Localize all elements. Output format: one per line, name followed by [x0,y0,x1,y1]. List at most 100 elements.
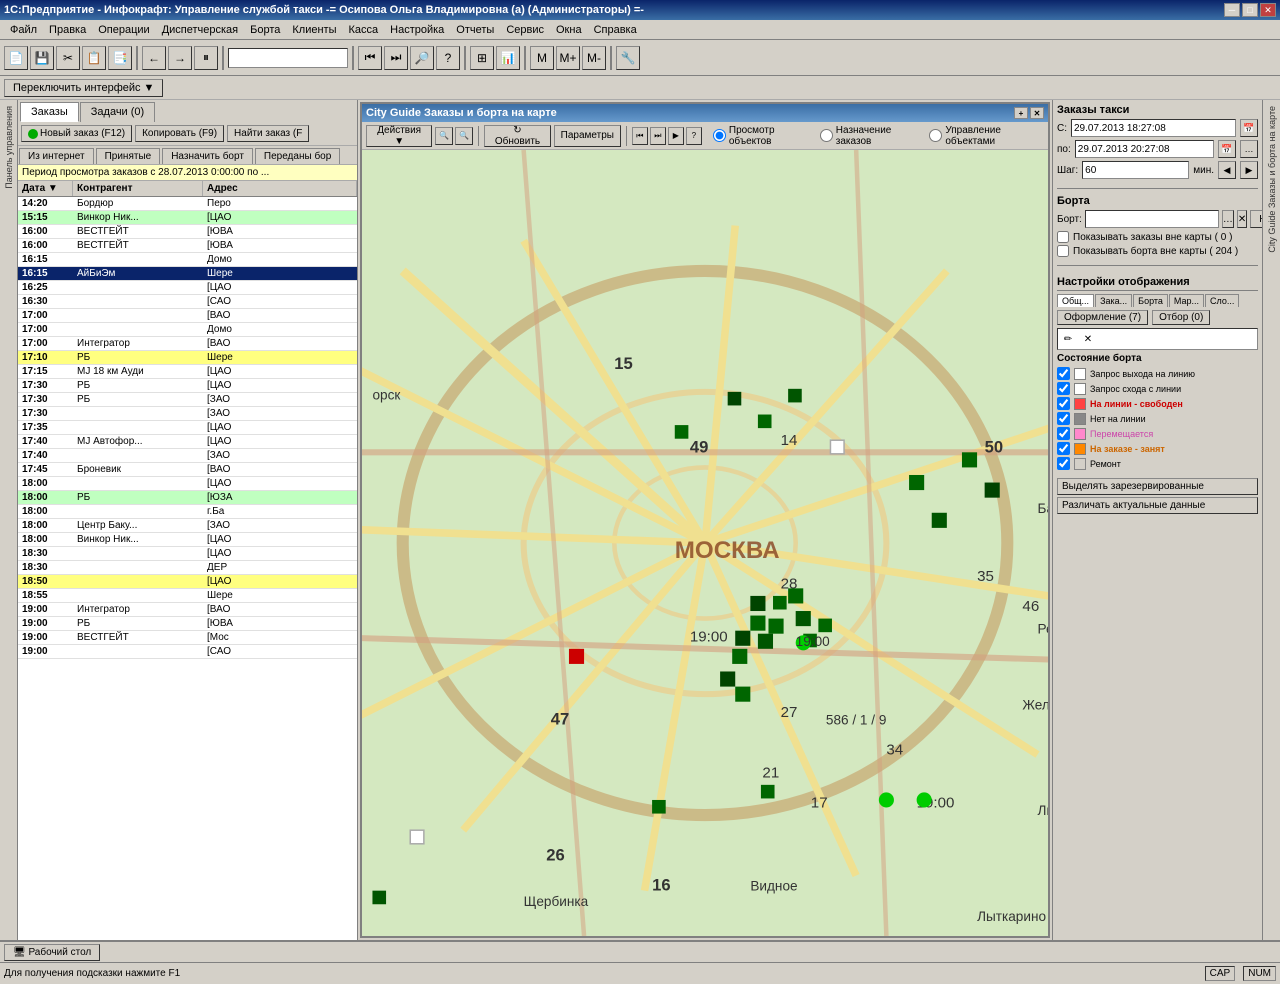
list-item[interactable]: 18:00 РБ [ЮЗА [18,491,357,505]
list-item[interactable]: 16:00 ВЕСТГЕЙТ [ЮВА [18,239,357,253]
toolbar-btn-3[interactable]: ✂ [56,46,80,70]
date-to-calendar-icon[interactable]: 📅 [1218,140,1236,158]
list-item[interactable]: 16:15 Домо [18,253,357,267]
distinguish-actual-button[interactable]: Различать актуальные данные [1057,497,1258,514]
settings-tab-routes[interactable]: Мар... [1169,294,1204,307]
toolbar-btn-5[interactable]: 📑 [108,46,132,70]
list-item[interactable]: 18:00 Центр Баку... [ЗАО [18,519,357,533]
menu-operations[interactable]: Операции [92,22,155,38]
list-item[interactable]: 18:30 ДЕР [18,561,357,575]
desktop-button[interactable]: 🖥 Рабочий стол [4,944,100,961]
edit-icon[interactable]: ✏ [1060,331,1076,347]
toolbar-btn-2[interactable]: 💾 [30,46,54,70]
menu-kassa[interactable]: Касса [342,22,384,38]
nav-next-icon[interactable]: ⏭ [650,127,666,145]
list-item[interactable]: 17:45 Броневик [ВАО [18,463,357,477]
list-item[interactable]: 15:15 Винкор Ник... [ЦАО [18,211,357,225]
tab-tasks[interactable]: Задачи (0) [80,102,155,122]
params-button[interactable]: Параметры [554,125,621,147]
list-item[interactable]: 19:00 Интегратор [ВАО [18,603,357,617]
list-item[interactable]: 16:00 ВЕСТГЕЙТ [ЮВА [18,225,357,239]
date-to-input[interactable] [1075,140,1214,158]
toolbar-btn-17[interactable]: M- [582,46,606,70]
status-on-order-checkbox[interactable] [1057,442,1070,455]
toolbar-btn-11[interactable]: 🔎 [410,46,434,70]
toolbar-btn-1[interactable]: 📄 [4,46,28,70]
toolbar-btn-4[interactable]: 📋 [82,46,106,70]
list-item[interactable]: 17:30 РБ [ЦАО [18,379,357,393]
nav-extra-icon[interactable]: ▶ [668,127,684,145]
list-item[interactable]: 17:40 MJ Автофор... [ЦАО [18,435,357,449]
date-from-calendar-icon[interactable]: 📅 [1240,119,1258,137]
find-order-button[interactable]: Найти заказ (F [227,125,309,142]
zoom-in-icon[interactable]: 🔍 [435,127,453,145]
close-button[interactable]: ✕ [1260,3,1276,17]
list-item[interactable]: 17:35 [ЦАО [18,421,357,435]
date-to-extra-icon[interactable]: … [1240,140,1258,158]
filter-assign[interactable]: Назначить борт [162,148,253,164]
date-from-input[interactable] [1071,119,1236,137]
list-item[interactable]: 18:55 Шере [18,589,357,603]
radio-assign-orders[interactable]: Назначение заказов [820,125,922,147]
list-item[interactable]: 17:30 РБ [ЗАО [18,393,357,407]
settings-tab-borta[interactable]: Борта [1133,294,1168,307]
list-item[interactable]: 16:15 АйБиЭм Шере [18,267,357,281]
new-order-button[interactable]: Новый заказ (F12) [21,125,132,142]
toolbar-search-input[interactable] [228,48,348,68]
refresh-button[interactable]: ↻ Обновить [484,125,550,147]
list-item[interactable]: 17:40 [ЗАО [18,449,357,463]
maximize-button[interactable]: □ [1242,3,1258,17]
settings-tab-orders[interactable]: Зака... [1095,294,1132,307]
toolbar-btn-8[interactable]: ⏸ [194,46,218,70]
list-item[interactable]: 17:30 [ЗАО [18,407,357,421]
menu-file[interactable]: Файл [4,22,43,38]
menu-reports[interactable]: Отчеты [450,22,500,38]
bort-input[interactable] [1085,210,1219,228]
find-bort-button[interactable]: Найти [1250,210,1262,228]
orders-list[interactable]: 14:20 Бордюр Перо 15:15 Винкор Ник... [Ц… [18,197,357,940]
step-next-icon[interactable]: ▶ [1240,161,1258,179]
map-pin-button[interactable]: + [1014,107,1028,119]
menu-service[interactable]: Сервис [500,22,550,38]
radio-view-objects[interactable]: Просмотр объектов [713,125,812,147]
menu-edit[interactable]: Правка [43,22,92,38]
toolbar-btn-15[interactable]: M [530,46,554,70]
list-item[interactable]: 14:20 Бордюр Перо [18,197,357,211]
nav-help-icon[interactable]: ? [686,127,702,145]
highlight-reserved-button[interactable]: Выделять зарезервированные [1057,478,1258,495]
toolbar-btn-14[interactable]: 📊 [496,46,520,70]
list-item[interactable]: 19:00 ВЕСТГЕЙТ [Мос [18,631,357,645]
menu-clients[interactable]: Клиенты [286,22,342,38]
menu-help[interactable]: Справка [588,22,643,38]
list-item[interactable]: 17:00 [ВАО [18,309,357,323]
show-borta-outside-checkbox[interactable] [1057,245,1069,257]
settings-tab-general[interactable]: Общ... [1057,294,1094,307]
list-item[interactable]: 19:00 РБ [ЮВА [18,617,357,631]
toolbar-btn-tools[interactable]: 🔧 [616,46,640,70]
menu-settings[interactable]: Настройка [384,22,450,38]
step-input[interactable] [1082,161,1189,179]
status-moving-checkbox[interactable] [1057,427,1070,440]
status-on-line-free-checkbox[interactable] [1057,397,1070,410]
filter-design[interactable]: Оформление (7) [1057,310,1148,325]
list-item[interactable]: 18:00 г.Ба [18,505,357,519]
list-item[interactable]: 18:00 Винкор Ник... [ЦАО [18,533,357,547]
settings-tab-layers[interactable]: Сло... [1205,294,1239,307]
filter-internet[interactable]: Из интернет [19,148,94,164]
list-item[interactable]: 16:30 [САО [18,295,357,309]
bort-x-icon[interactable]: ✕ [1237,210,1247,228]
map-area[interactable]: МОСКВА МКАД A103 A101 A102 M5 M5 E115 M4… [362,150,1048,936]
menu-borta[interactable]: Борта [244,22,286,38]
list-item[interactable]: 18:00 [ЦАО [18,477,357,491]
list-item[interactable]: 17:15 MJ 18 км Ауди [ЦАО [18,365,357,379]
copy-button[interactable]: Копировать (F9) [135,125,224,142]
status-repair-checkbox[interactable] [1057,457,1070,470]
step-prev-icon[interactable]: ◀ [1218,161,1236,179]
toolbar-btn-13[interactable]: ⊞ [470,46,494,70]
list-item[interactable]: 17:10 РБ Шере [18,351,357,365]
status-not-on-line-checkbox[interactable] [1057,412,1070,425]
toolbar-btn-12[interactable]: ? [436,46,460,70]
toolbar-btn-9[interactable]: ⏮ [358,46,382,70]
filter-accepted[interactable]: Принятые [96,148,161,164]
show-orders-outside-checkbox[interactable] [1057,231,1069,243]
